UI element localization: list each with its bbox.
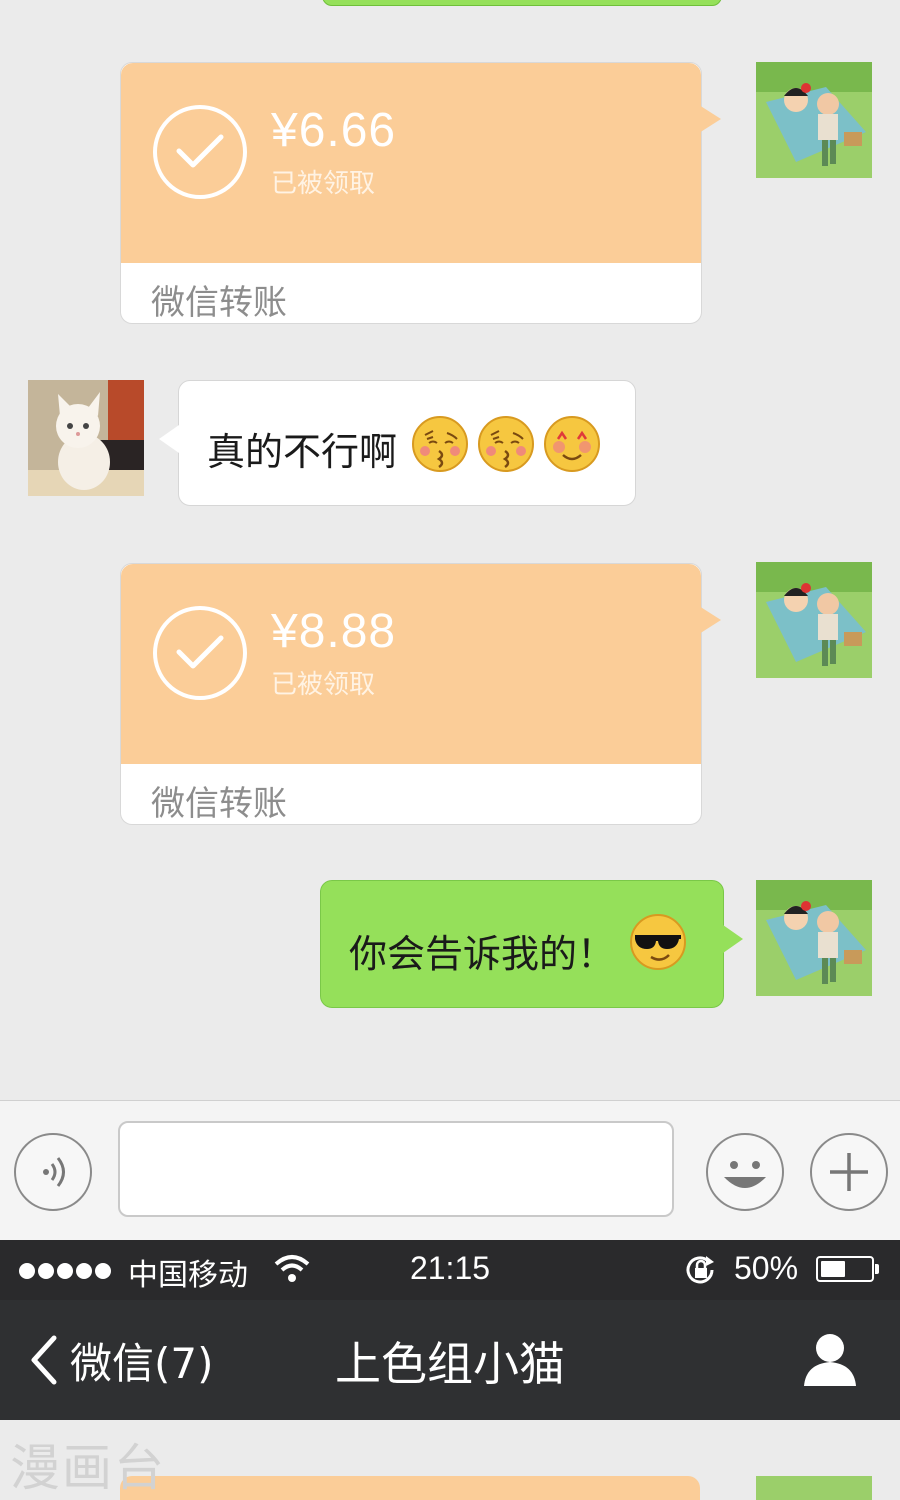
transfer-status: 已被领取 — [271, 169, 376, 199]
chat-title: 上色组小猫 — [335, 1337, 565, 1391]
kissing-face-icon — [412, 416, 468, 472]
message-text: 真的不行啊 — [207, 430, 398, 474]
transfer-amount: ¥6.66 — [271, 104, 397, 157]
navigation-bar: 微信(7) 上色组小猫 — [0, 1300, 900, 1420]
battery-percentage: 50% — [734, 1250, 799, 1286]
bubble-tail — [159, 425, 179, 453]
person-icon[interactable] — [800, 1330, 860, 1388]
check-circle-icon — [153, 606, 247, 700]
outgoing-message-bubble[interactable]: 你会告诉我的！ — [320, 880, 743, 1008]
avatar-partial — [756, 1476, 872, 1500]
bubble-tail — [699, 105, 721, 133]
transfer-label: 微信转账 — [151, 784, 287, 824]
voice-button[interactable] — [14, 1133, 92, 1211]
battery-icon — [816, 1256, 879, 1282]
transfer-status: 已被领取 — [271, 670, 376, 700]
emoji-face-icon — [724, 1161, 766, 1188]
transfer-card[interactable]: ¥6.66 已被领取 微信转账 — [120, 62, 721, 324]
transfer-amount: ¥8.88 — [271, 605, 397, 658]
watermark: 漫画台 — [10, 1439, 166, 1497]
message-input[interactable] — [118, 1121, 674, 1217]
incoming-message-bubble[interactable]: 真的不行啊 — [159, 380, 636, 506]
avatar-self[interactable] — [756, 880, 872, 996]
input-bar — [0, 1100, 900, 1241]
smiling-face-with-heart-eyes-icon — [544, 416, 600, 472]
more-button[interactable] — [810, 1133, 888, 1211]
status-bar: 中国移动 21:15 50% — [0, 1240, 900, 1300]
bubble-tail — [723, 925, 743, 953]
voice-icon — [43, 1157, 65, 1187]
bubble-tail — [699, 606, 721, 634]
transfer-card-partial — [120, 1476, 700, 1500]
sunglasses-face-icon — [630, 914, 686, 970]
previous-message-bubble[interactable] — [322, 0, 722, 6]
battery-fill — [821, 1261, 845, 1277]
kissing-face-icon — [478, 416, 534, 472]
check-circle-icon — [153, 105, 247, 199]
chat-area: ¥6.66 已被领取 微信转账 真的不行啊 ¥8.88 已被领取 微信转账 你会… — [0, 0, 900, 1100]
avatar-self[interactable] — [756, 562, 872, 678]
orientation-lock-icon — [686, 1256, 714, 1284]
transfer-label: 微信转账 — [151, 283, 287, 323]
message-text: 你会告诉我的！ — [349, 932, 616, 976]
transfer-card[interactable]: ¥8.88 已被领取 微信转账 — [120, 563, 721, 825]
emoji-button[interactable] — [706, 1133, 784, 1211]
next-page-peek: 漫画台 — [0, 1420, 900, 1500]
avatar-contact[interactable] — [28, 380, 144, 496]
avatar-self[interactable] — [756, 62, 872, 178]
plus-icon — [830, 1153, 868, 1191]
